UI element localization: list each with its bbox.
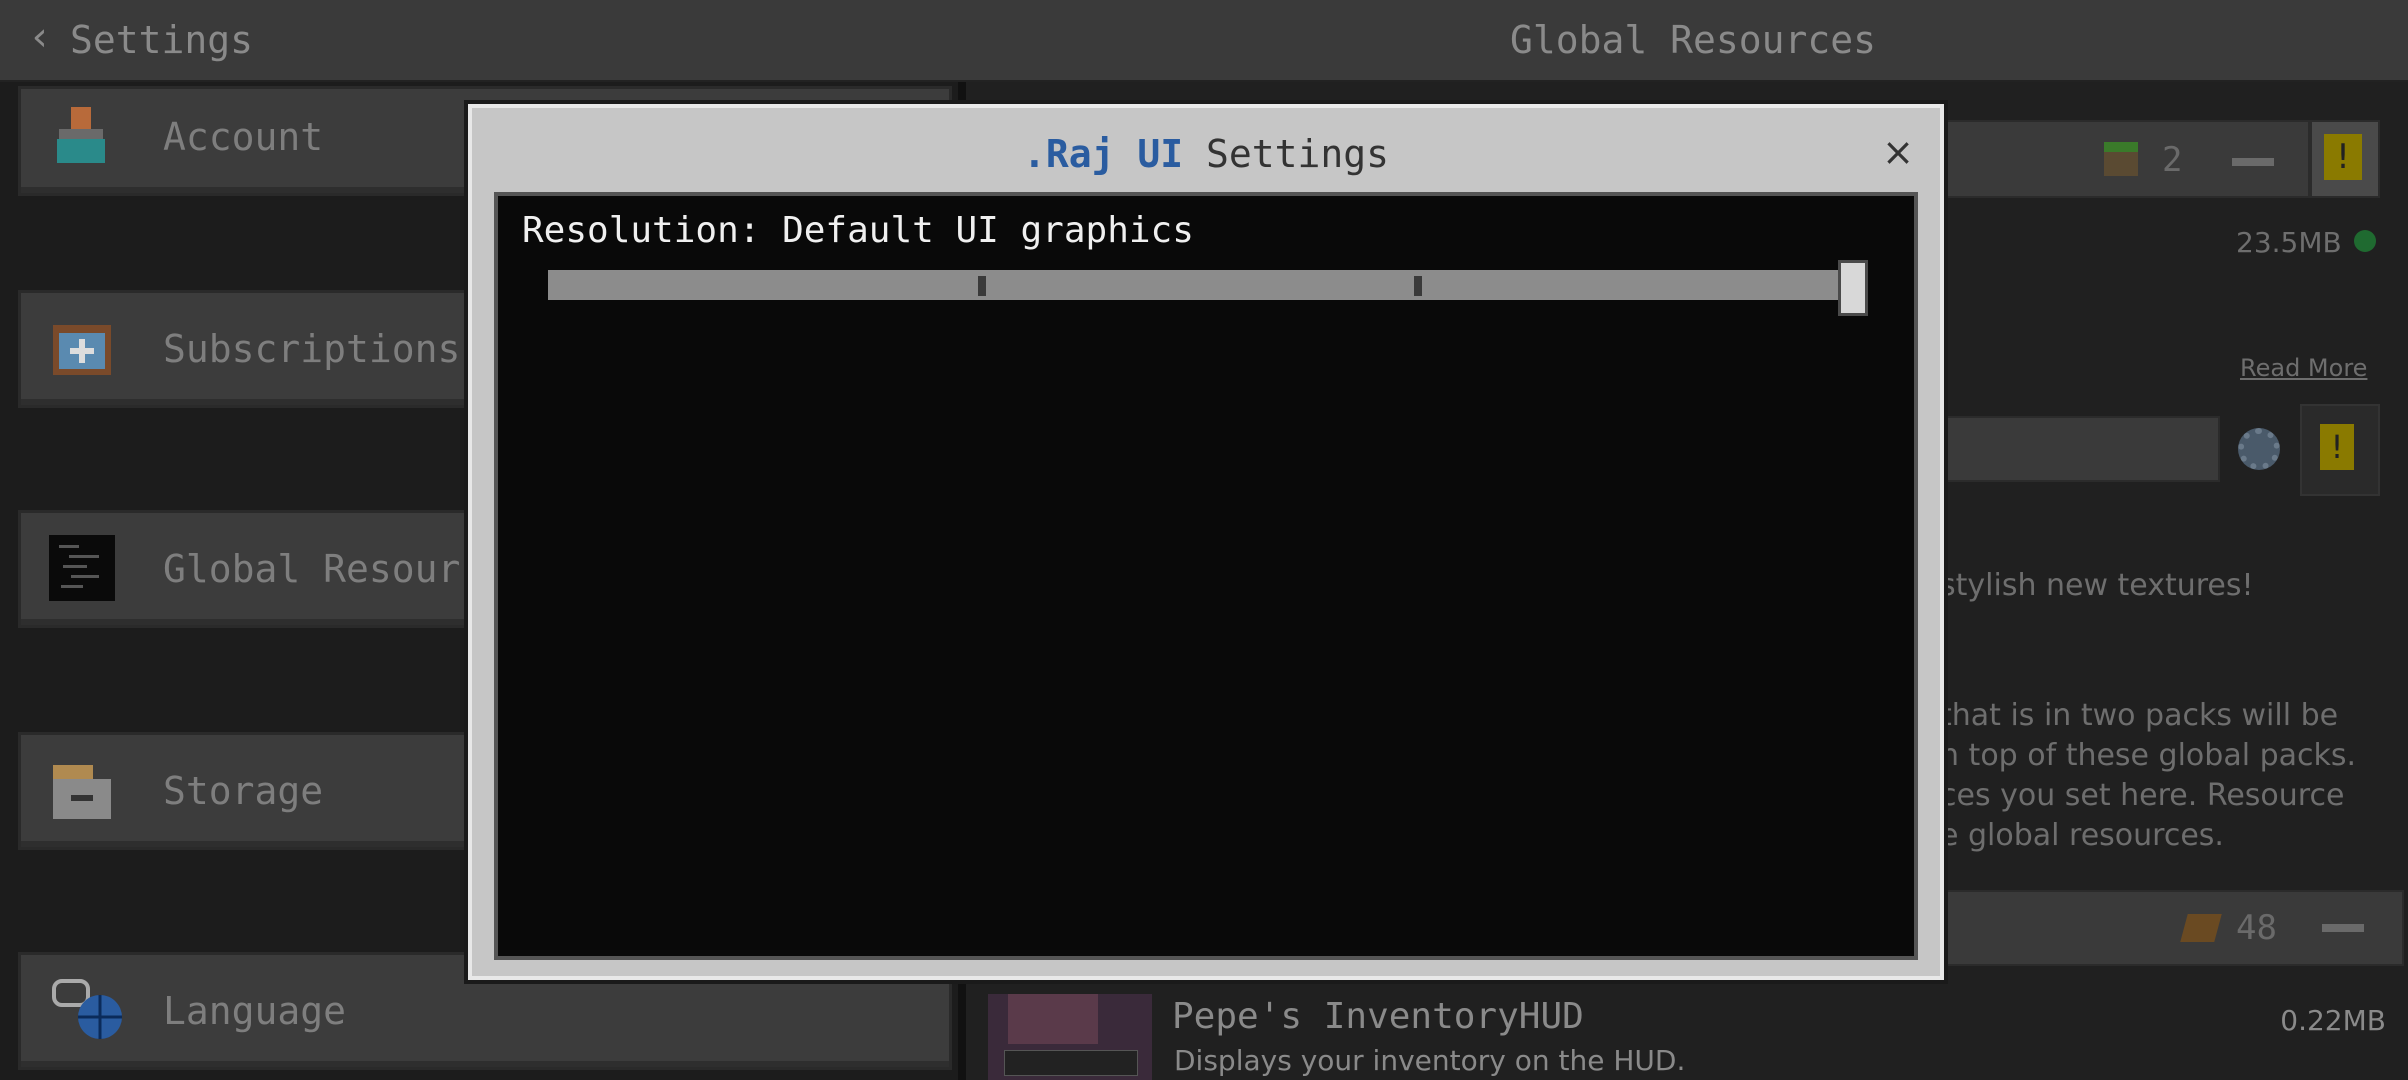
pack-name: Pepe's InventoryHUD bbox=[1172, 996, 1584, 1037]
pack-list-item[interactable]: Pepe's InventoryHUD Displays your invent… bbox=[988, 988, 2398, 1080]
warning-icon[interactable]: ! bbox=[2310, 120, 2380, 198]
storage-icon bbox=[53, 765, 111, 819]
slider-tick bbox=[978, 276, 986, 296]
info-line: ces you set here. Resource bbox=[1940, 778, 2345, 813]
slider-tick bbox=[1414, 276, 1422, 296]
sidebar-item-label: Storage bbox=[163, 769, 324, 813]
remove-icon[interactable] bbox=[2322, 924, 2364, 932]
language-icon bbox=[52, 979, 122, 1039]
page-title: Global Resources bbox=[1510, 18, 1877, 62]
close-icon[interactable]: × bbox=[1882, 130, 1914, 174]
pack-thumbnail bbox=[988, 994, 1152, 1080]
pack-item-size: 0.22MB bbox=[2280, 1004, 2386, 1037]
info-line: that is in two packs will be bbox=[1940, 698, 2339, 733]
pack-size: 23.5MB bbox=[2236, 226, 2342, 259]
gear-icon[interactable] bbox=[2238, 428, 2280, 470]
pack-description: stylish new textures! bbox=[1940, 568, 2254, 603]
inventory-count: 48 bbox=[2236, 908, 2277, 948]
dialog-title-suffix: Settings bbox=[1206, 132, 1390, 176]
slider-handle[interactable] bbox=[1838, 260, 1868, 316]
info-line: n top of these global packs. bbox=[1940, 738, 2357, 773]
raj-ui-settings-dialog: .Raj UI Settings × Resolution: Default U… bbox=[468, 104, 1944, 980]
back-settings-button[interactable]: Settings bbox=[70, 18, 253, 62]
remove-icon[interactable] bbox=[2232, 158, 2274, 166]
dialog-title-brand: .Raj UI bbox=[1022, 132, 1184, 176]
warning-icon[interactable]: ! bbox=[2300, 404, 2380, 496]
pack-item-description: Displays your inventory on the HUD. bbox=[1174, 1044, 1686, 1077]
status-dot-icon bbox=[2354, 230, 2376, 252]
chevron-left-icon[interactable]: ‹ bbox=[28, 14, 52, 60]
dialog-title: .Raj UI Settings bbox=[472, 132, 1940, 176]
sidebar-item-label: Language bbox=[163, 989, 347, 1033]
pack-count: 2 bbox=[2162, 140, 2183, 180]
subscriptions-icon bbox=[53, 325, 111, 375]
grass-block-icon bbox=[2104, 142, 2138, 176]
info-line: e global resources. bbox=[1940, 818, 2224, 853]
resolution-label: Resolution: Default UI graphics bbox=[522, 210, 1194, 251]
sidebar-item-label: Account bbox=[163, 115, 324, 159]
read-more-link[interactable]: Read More bbox=[2240, 354, 2367, 382]
dialog-body: Resolution: Default UI graphics bbox=[494, 192, 1918, 960]
top-bar: ‹ Settings Global Resources bbox=[0, 0, 2408, 82]
resolution-slider[interactable] bbox=[548, 270, 1838, 300]
global-resources-icon bbox=[49, 535, 115, 601]
sidebar-item-label: Subscriptions bbox=[163, 327, 461, 371]
book-icon bbox=[2180, 914, 2222, 942]
account-icon bbox=[57, 107, 105, 163]
